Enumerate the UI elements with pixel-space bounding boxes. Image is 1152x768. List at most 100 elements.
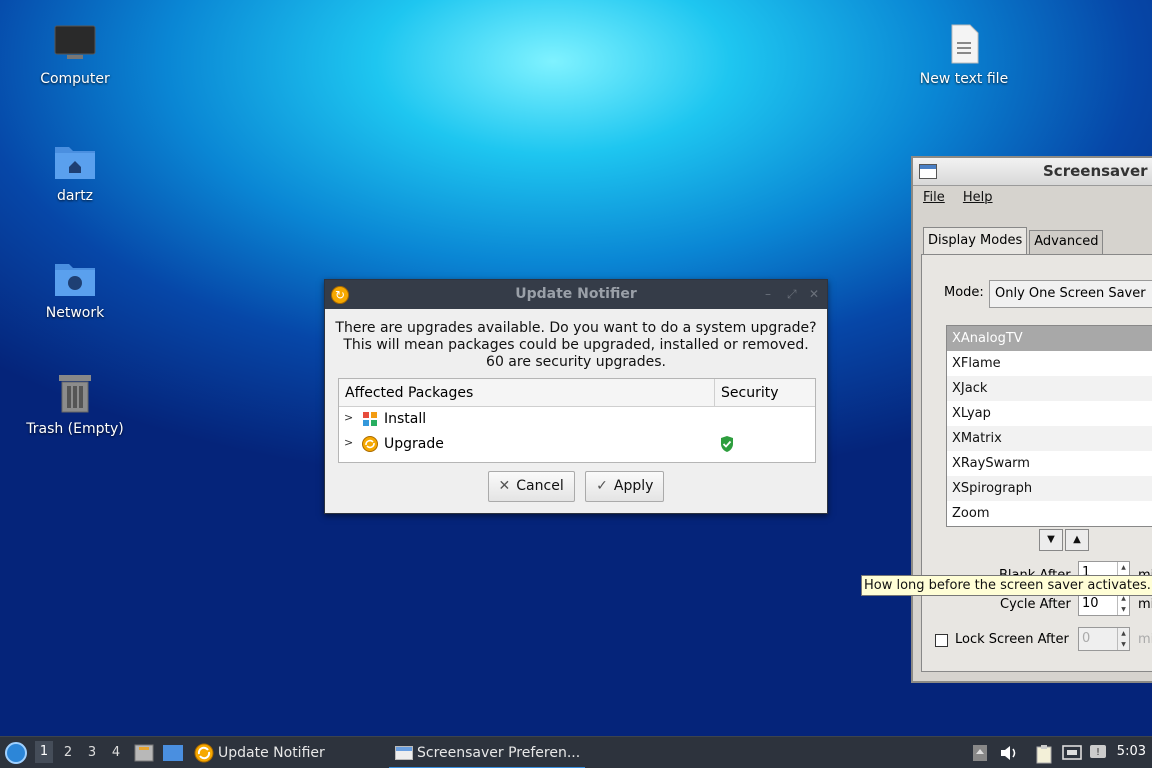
network-icon[interactable] [1062,744,1082,762]
screensaver-titlebar[interactable]: Screensaver I [913,158,1152,186]
list-item[interactable]: XLyap [947,401,1152,426]
window-icon [395,746,413,760]
dialog-buttons: ✕ Cancel ✓ Apply [325,471,827,502]
desktop-icon-label: New text file [919,71,1009,87]
notification-icon[interactable]: ! [1089,744,1107,762]
desktop-icon-label: Network [45,305,105,321]
show-desktop-icon[interactable] [162,744,184,762]
lock-screen-checkbox[interactable] [935,634,948,647]
list-item[interactable]: XMatrix [947,426,1152,451]
minimize-icon[interactable]: – [765,287,771,301]
workspace-2[interactable]: 2 [59,745,77,760]
table-header: Affected Packages Security [339,379,815,407]
list-item[interactable]: XFlame [947,351,1152,376]
column-divider [714,379,715,407]
update-message: There are upgrades available. Do you wan… [325,309,827,371]
unit-label: mi [1138,597,1152,612]
screensaver-tabs: Display Modes Advanced [923,227,1105,255]
unit-label: mi [1138,632,1152,647]
network-folder-icon [55,264,95,296]
table-row[interactable]: > Upgrade [339,432,815,457]
expander-icon[interactable]: > [344,436,353,449]
taskbar: 1 2 3 4 Update Notifier Screensaver Pref… [0,736,1152,768]
start-menu-icon[interactable] [5,742,27,764]
cancel-label: Cancel [516,478,564,494]
spin-arrows-icon: ▲ ▼ [1117,628,1129,650]
desktop-icon-trash[interactable]: Trash (Empty) [15,372,135,438]
desktop-icon-network[interactable]: Network [15,258,135,322]
move-down-button[interactable]: ▼ [1039,529,1063,551]
window-icon [919,164,937,179]
close-icon: ✕ [498,478,511,494]
workspace-4[interactable]: 4 [107,745,125,760]
update-notifier-title: Update Notifier [515,286,637,302]
task-label: Update Notifier [218,745,325,761]
eject-icon[interactable] [972,744,988,762]
task-label: Screensaver Preferen... [417,745,581,761]
desktop-icon-home[interactable]: dartz [15,141,135,205]
desktop-icon-computer[interactable]: Computer [15,24,135,88]
message-line: There are upgrades available. Do you wan… [335,320,817,336]
checkmark-icon: ✓ [596,478,608,494]
update-notifier-dialog: ↻ Update Notifier – ⤢ ✕ There are upgrad… [324,279,828,514]
screensaver-title: Screensaver I [1043,162,1152,180]
install-icon [363,412,377,426]
apply-button[interactable]: ✓ Apply [585,471,665,502]
display-modes-panel: Mode: Only One Screen Saver XAnalogTV XF… [921,254,1152,672]
trash-icon [59,375,91,413]
tab-advanced[interactable]: Advanced [1029,230,1104,255]
upgrade-icon [362,436,378,452]
packages-table: Affected Packages Security > Install > U… [338,378,816,463]
list-item[interactable]: XRaySwarm [947,451,1152,476]
desktop-icon-label: dartz [56,188,94,204]
task-screensaver[interactable]: Screensaver Preferen... [389,737,585,768]
row-label: Upgrade [384,436,444,452]
lock-after-field: 0 ▲ ▼ [1078,627,1130,651]
list-item[interactable]: XSpirograph [947,476,1152,501]
cycle-after-value: 10 [1082,596,1099,611]
clock[interactable]: 5:03 [1117,744,1146,759]
lock-screen-label: Lock Screen After [955,632,1069,647]
close-icon[interactable]: ✕ [809,287,819,301]
workspace-3[interactable]: 3 [83,745,101,760]
text-file-icon [951,24,979,64]
menu-help[interactable]: Help [963,190,993,205]
column-header-security[interactable]: Security [721,385,779,401]
home-folder-icon [55,147,95,179]
blank-after-tooltip: How long before the screen saver activat… [861,575,1152,596]
task-update-notifier[interactable]: Update Notifier [194,737,325,768]
list-item[interactable]: XJack [947,376,1152,401]
list-item[interactable]: Zoom [947,501,1152,526]
update-icon [194,743,214,763]
maximize-icon[interactable]: ⤢ [787,287,797,302]
mode-select[interactable]: Only One Screen Saver [989,280,1152,308]
column-header-packages[interactable]: Affected Packages [345,385,473,401]
screensaver-menubar: File Help [913,186,1152,212]
message-line: 60 are security upgrades. [486,354,666,370]
clipboard-icon[interactable] [1035,744,1053,764]
row-label: Install [384,411,427,427]
table-row[interactable]: > Install [339,407,815,432]
menu-file[interactable]: File [923,190,945,205]
svg-text:!: ! [1096,747,1100,758]
cycle-after-label: Cycle After [1000,597,1071,612]
update-notifier-titlebar[interactable]: ↻ Update Notifier – ⤢ ✕ [325,280,827,309]
mode-label: Mode: [944,285,984,300]
message-line: This will mean packages could be upgrade… [343,337,809,353]
cancel-button[interactable]: ✕ Cancel [487,471,575,502]
move-up-button[interactable]: ▲ [1065,529,1089,551]
apply-label: Apply [613,478,654,494]
workspace-1[interactable]: 1 [35,741,53,763]
spin-arrows-icon[interactable]: ▲▼ [1117,593,1129,615]
file-manager-icon[interactable] [134,744,154,762]
computer-icon [54,25,96,59]
expander-icon[interactable]: > [344,411,353,424]
volume-icon[interactable] [999,744,1019,762]
screensaver-window: Screensaver I File Help Display Modes Ad… [911,156,1152,683]
desktop-icon-new-text-file[interactable]: New text file [904,24,1024,88]
list-item[interactable]: XAnalogTV [947,326,1152,351]
tab-display-modes[interactable]: Display Modes [923,227,1028,255]
screensaver-list[interactable]: XAnalogTV XFlame XJack XLyap XMatrix XRa… [946,325,1152,527]
desktop-icon-label: Trash (Empty) [26,421,124,437]
lock-after-value: 0 [1082,631,1091,646]
